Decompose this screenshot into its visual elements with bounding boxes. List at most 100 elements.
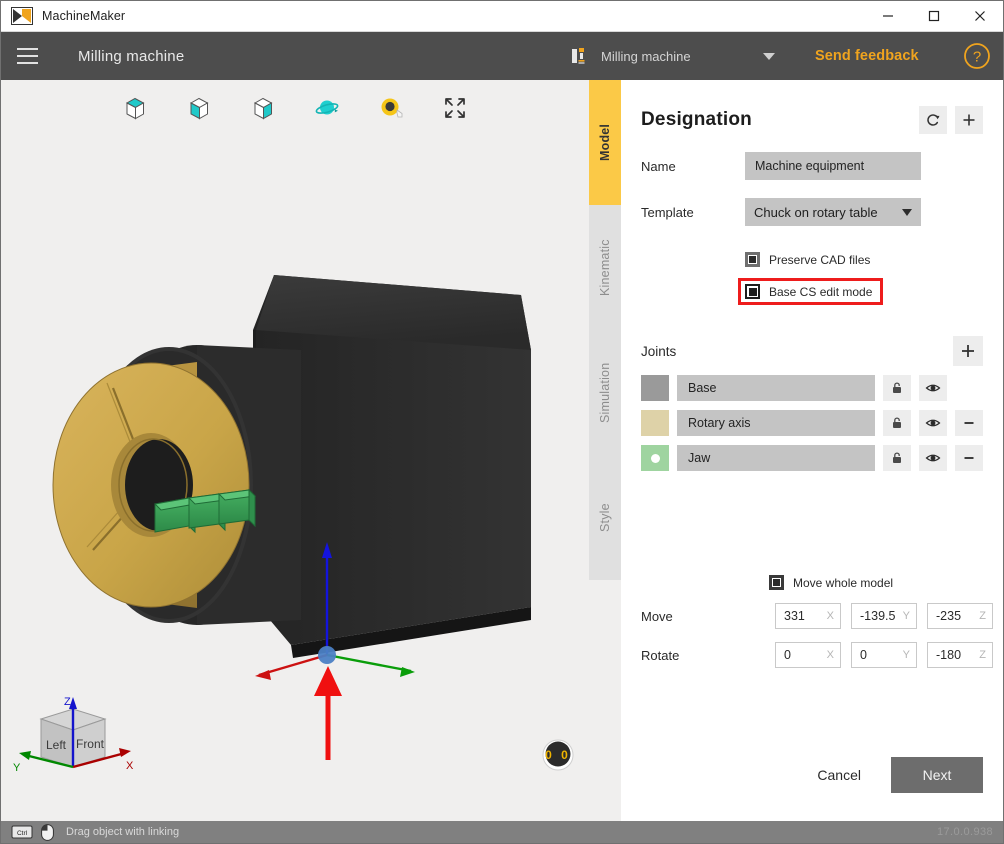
lock-icon[interactable] (883, 375, 911, 401)
maximize-icon (928, 10, 940, 22)
rotate-x-value: 0 (784, 648, 791, 662)
designation-panel: Designation Name Machine equipment Templ… (621, 80, 1003, 821)
joint-row-jaw[interactable]: Jaw (641, 445, 983, 471)
cancel-button[interactable]: Cancel (803, 757, 875, 793)
view-top-face-icon[interactable] (117, 90, 153, 126)
tab-kinematic[interactable]: Kinematic (589, 205, 621, 330)
add-joint-button[interactable] (953, 336, 983, 366)
view-side-face-icon[interactable] (245, 90, 281, 126)
axis-x-label: X (826, 649, 834, 661)
move-y-input[interactable]: -139.5 Y (851, 603, 917, 629)
template-label: Template (641, 204, 694, 220)
move-whole-model-checkbox[interactable]: Move whole model (769, 575, 893, 590)
joint-name-field[interactable]: Rotary axis (677, 410, 875, 436)
reset-arrow-icon[interactable] (919, 106, 947, 134)
name-row: Name (641, 152, 983, 180)
move-row: Move 331 X -139.5 Y -235 Z (641, 603, 993, 629)
chevron-down-icon[interactable] (763, 52, 775, 60)
application-window: MachineMaker Milling machine Milling mac… (0, 0, 1004, 844)
tab-style[interactable]: Style (589, 455, 621, 580)
viewcube-face-front[interactable]: Front (76, 737, 105, 751)
status-bar: Ctrl Drag object with linking 17.0.0.938 (1, 821, 1003, 843)
joint-row-rotary-axis[interactable]: Rotary axis (641, 410, 983, 436)
rotate-label: Rotate (641, 647, 680, 663)
minus-icon[interactable] (955, 445, 983, 471)
svg-text:Ctrl: Ctrl (17, 830, 28, 837)
vertical-tab-strip: Model Kinematic Simulation Style (589, 80, 621, 821)
rotate-y-input[interactable]: 0 Y (851, 642, 917, 668)
close-button[interactable] (957, 1, 1003, 32)
rotate-z-input[interactable]: -180 Z (927, 642, 993, 668)
joints-header: Joints (641, 336, 983, 366)
joint-row-base[interactable]: Base (641, 375, 983, 401)
app-title: MachineMaker (42, 9, 126, 23)
lock-icon[interactable] (883, 410, 911, 436)
tab-model[interactable]: Model (589, 80, 621, 205)
base-cs-edit-mode-checkbox[interactable]: Base CS edit mode (737, 278, 884, 305)
joint-name-field[interactable]: Jaw (677, 445, 875, 471)
checkbox-box (745, 284, 760, 299)
minimize-button[interactable] (865, 1, 911, 32)
hamburger-menu-icon[interactable] (1, 32, 53, 80)
move-label: Move (641, 608, 673, 624)
minus-icon[interactable] (955, 410, 983, 436)
panel-header-actions (919, 106, 983, 134)
plus-icon[interactable] (955, 106, 983, 134)
close-icon (975, 11, 985, 21)
version-label: 17.0.0.938 (937, 826, 993, 838)
joint-color-swatch-selected[interactable] (641, 445, 669, 471)
send-feedback-link[interactable]: Send feedback (815, 32, 919, 80)
lock-icon[interactable] (883, 445, 911, 471)
move-z-input[interactable]: -235 Z (927, 603, 993, 629)
header-title: Milling machine (78, 47, 185, 65)
joint-name-field[interactable]: Base (677, 375, 875, 401)
eye-icon[interactable] (919, 375, 947, 401)
measure-tape-icon[interactable] (373, 90, 409, 126)
page-title: Designation (641, 109, 752, 130)
view-front-face-icon[interactable] (181, 90, 217, 126)
eye-icon[interactable] (919, 445, 947, 471)
checkbox-box (745, 252, 760, 267)
template-row: Template Chuck on rotary table (641, 198, 983, 226)
move-y-value: -139.5 (860, 609, 896, 623)
maximize-button[interactable] (911, 1, 957, 32)
window-controls (865, 1, 1003, 32)
rotate-z-value: -180 (936, 648, 962, 662)
eye-icon[interactable] (919, 410, 947, 436)
name-input[interactable] (745, 152, 921, 180)
tab-simulation[interactable]: Simulation (589, 330, 621, 455)
axis-y-label: Y (902, 649, 910, 661)
rotation-badge-icon (542, 739, 574, 771)
template-select[interactable]: Chuck on rotary table (745, 198, 921, 226)
preserve-cad-files-checkbox[interactable]: Preserve CAD files (745, 252, 870, 267)
panel-footer: Cancel Next (803, 757, 983, 793)
minimize-icon (883, 15, 893, 17)
joint-color-swatch[interactable] (641, 410, 669, 436)
name-label: Name (641, 158, 676, 174)
rotate-y-value: 0 (860, 648, 867, 662)
move-x-value: 331 (784, 609, 805, 623)
plus-icon (962, 345, 974, 357)
3d-viewport[interactable]: Left Front Z X Y 0 0 (1, 80, 589, 821)
viewcube-axis-z: Z (64, 696, 71, 708)
joint-color-swatch[interactable] (641, 375, 669, 401)
rotation-angle-badge[interactable]: 0 0 (541, 738, 575, 777)
status-hint: Drag object with linking (66, 826, 180, 838)
title-bar: MachineMaker (1, 1, 1003, 32)
viewcube-face-left[interactable]: Left (46, 738, 67, 752)
axis-z-label: Z (979, 610, 986, 622)
machine-selector[interactable]: Milling machine (571, 32, 789, 80)
ctrl-key-icon: Ctrl (11, 825, 33, 839)
help-question-icon[interactable]: ? (963, 42, 991, 70)
view-cube-navigator[interactable]: Left Front Z X Y (9, 683, 139, 783)
move-x-input[interactable]: 331 X (775, 603, 841, 629)
template-selected-value: Chuck on rotary table (754, 204, 878, 220)
fit-to-screen-icon[interactable] (437, 90, 473, 126)
orbit-rotate-icon[interactable] (309, 90, 345, 126)
checkbox-label: Move whole model (793, 575, 894, 590)
move-z-value: -235 (936, 609, 962, 623)
rotate-x-input[interactable]: 0 X (775, 642, 841, 668)
checkbox-box (769, 575, 784, 590)
next-button[interactable]: Next (891, 757, 983, 793)
viewcube-axis-x: X (126, 760, 134, 772)
